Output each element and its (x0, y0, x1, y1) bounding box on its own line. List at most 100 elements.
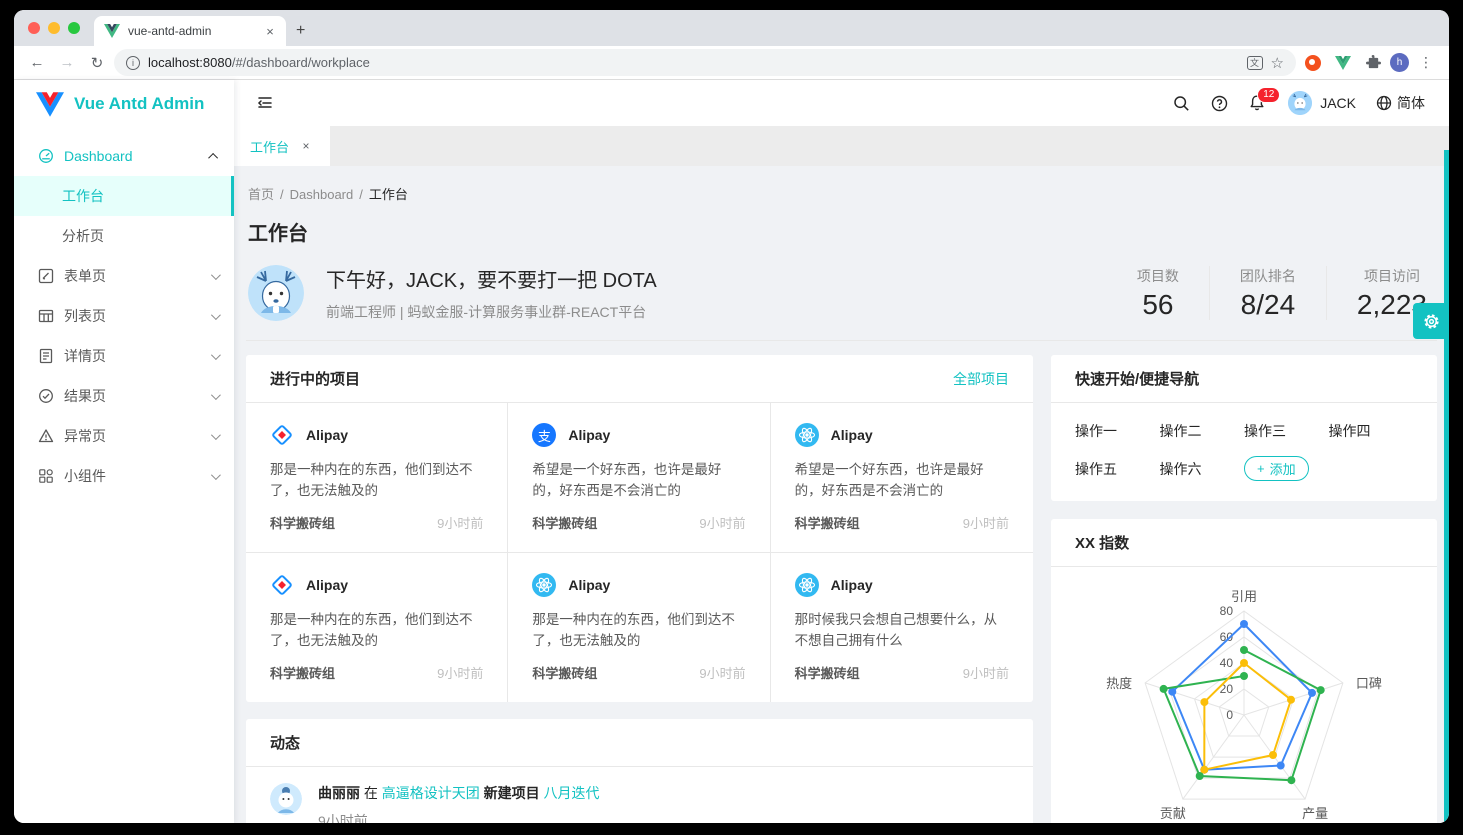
vue-devtools-icon[interactable] (1330, 56, 1356, 70)
new-tab-button[interactable] (296, 22, 305, 40)
extension-icon[interactable] (1300, 55, 1326, 71)
radar-chart: 020406080引用口碑产量贡献热度 abc (1051, 567, 1437, 823)
radar-chart-svg: 020406080引用口碑产量贡献热度 (1051, 577, 1437, 823)
macos-window-controls[interactable] (14, 10, 94, 46)
add-button[interactable]: 添加 (1244, 456, 1309, 481)
project-card[interactable]: Alipay 希望是一个好东西，也许是最好的，好东西是不会消亡的 科学搬砖组9小… (771, 403, 1033, 553)
project-desc: 那时候我只会想自己想要什么，从不想自己拥有什么 (795, 609, 1009, 651)
activity-group-link[interactable]: 高逼格设计天团 (382, 785, 480, 801)
browser-profile-avatar[interactable]: h (1390, 53, 1409, 72)
gear-icon (1422, 312, 1441, 331)
project-card[interactable]: Alipay 那是一种内在的东西，他们到达不了，也无法触及的 科学搬砖组9小时前 (246, 403, 508, 553)
quicknav-link[interactable]: 操作三 (1244, 421, 1329, 441)
chevron-down-icon (211, 390, 221, 400)
translate-icon[interactable] (1247, 56, 1263, 70)
project-card[interactable]: Alipay 那是一种内在的东西，他们到达不了，也无法触及的 科学搬砖组9小时前 (246, 553, 508, 702)
sidebar-collapse-icon[interactable] (248, 86, 282, 120)
svg-text:口碑: 口碑 (1356, 676, 1382, 691)
all-projects-link[interactable]: 全部项目 (953, 369, 1009, 389)
sidebar-item-exception[interactable]: 异常页 (14, 416, 234, 456)
chevron-down-icon (211, 310, 221, 320)
sidebar: Vue Antd Admin Dashboard 工作台 分析页 (14, 80, 234, 823)
sidebar-item-list[interactable]: 列表页 (14, 296, 234, 336)
bookmark-star-icon[interactable] (1271, 54, 1284, 72)
search-icon[interactable] (1164, 86, 1198, 120)
activity-user[interactable]: 曲丽丽 (318, 785, 360, 801)
quicknav-link[interactable]: 操作四 (1329, 421, 1414, 441)
quicknav-link[interactable]: 操作六 (1160, 459, 1245, 481)
project-name: Alipay (568, 427, 610, 443)
maximize-window-icon[interactable] (68, 22, 80, 34)
project-name: Alipay (831, 427, 873, 443)
activity-target-link[interactable]: 八月迭代 (544, 785, 600, 801)
quicknav-grid: 操作一 操作二 操作三 操作四 操作五 操作六 添加 (1051, 403, 1437, 501)
project-card[interactable]: Alipay 那时候我只会想自己想要什么，从不想自己拥有什么 科学搬砖组9小时前 (771, 553, 1033, 702)
page-tab-workplace[interactable]: 工作台 (234, 126, 330, 166)
browser-tab[interactable]: vue-antd-admin (94, 16, 286, 46)
page-content: 首页/Dashboard/工作台 工作台 下午好，JACK，要不要打一把 DOT… (234, 166, 1449, 823)
sidebar-item-workplace[interactable]: 工作台 (14, 176, 234, 216)
sidebar-item-label: 小组件 (64, 466, 201, 486)
forward-icon[interactable] (54, 50, 80, 76)
activity-time: 9小时前 (318, 811, 1009, 823)
svg-text:80: 80 (1220, 604, 1234, 618)
breadcrumb-home[interactable]: 首页 (248, 187, 274, 202)
quicknav-link[interactable]: 操作一 (1075, 421, 1160, 441)
app-header: 12 JACK 简体 (234, 80, 1449, 126)
extensions-puzzle-icon[interactable] (1360, 55, 1386, 70)
minimize-window-icon[interactable] (48, 22, 60, 34)
table-icon (38, 308, 54, 324)
address-bar[interactable]: localhost:8080/#/dashboard/workplace (114, 49, 1296, 76)
browser-toolbar: localhost:8080/#/dashboard/workplace h (14, 46, 1449, 80)
chevron-up-icon (208, 152, 218, 162)
project-card[interactable]: Alipay 希望是一个好东西，也许是最好的，好东西是不会消亡的 科学搬砖组9小… (508, 403, 770, 553)
close-tab-icon[interactable] (262, 24, 278, 39)
app-logo[interactable]: Vue Antd Admin (14, 80, 234, 128)
sidebar-item-detail[interactable]: 详情页 (14, 336, 234, 376)
sidebar-item-form[interactable]: 表单页 (14, 256, 234, 296)
projects-card-title: 进行中的项目 (270, 368, 953, 389)
reload-icon[interactable] (84, 50, 110, 76)
notification-bell-icon[interactable]: 12 (1240, 86, 1274, 120)
dashboard-icon (38, 148, 54, 164)
add-button-label: 添加 (1270, 459, 1296, 478)
chevron-down-icon (211, 430, 221, 440)
project-group[interactable]: 科学搬砖组 (795, 513, 860, 532)
project-desc: 希望是一个好东西，也许是最好的，好东西是不会消亡的 (795, 459, 1009, 501)
language-switcher[interactable]: 简体 (1370, 93, 1431, 113)
user-menu[interactable]: JACK (1278, 91, 1366, 115)
close-window-icon[interactable] (28, 22, 40, 34)
site-info-icon[interactable] (126, 56, 140, 70)
sidebar-item-analysis[interactable]: 分析页 (14, 216, 234, 256)
divider (246, 340, 1437, 341)
stat-value: 56 (1137, 289, 1179, 321)
project-card[interactable]: Alipay 那是一种内在的东西，他们到达不了，也无法触及的 科学搬砖组9小时前 (508, 553, 770, 702)
browser-menu-icon[interactable] (1413, 50, 1439, 76)
help-icon[interactable] (1202, 86, 1236, 120)
breadcrumb-dashboard[interactable]: Dashboard (290, 187, 354, 202)
scrollbar[interactable] (1444, 150, 1449, 823)
react-icon (532, 573, 556, 597)
close-page-tab-icon[interactable] (298, 139, 314, 153)
project-group[interactable]: 科学搬砖组 (532, 513, 597, 532)
project-group[interactable]: 科学搬砖组 (270, 663, 335, 682)
project-name: Alipay (306, 577, 348, 593)
sidebar-item-widgets[interactable]: 小组件 (14, 456, 234, 496)
check-circle-icon (38, 388, 54, 404)
project-group[interactable]: 科学搬砖组 (532, 663, 597, 682)
browser-window: vue-antd-admin localhost:8080/#/dashboar… (14, 10, 1449, 823)
theme-settings-button[interactable] (1413, 303, 1449, 339)
sidebar-item-dashboard[interactable]: Dashboard (14, 136, 234, 176)
quicknav-link[interactable]: 操作二 (1160, 421, 1245, 441)
project-group[interactable]: 科学搬砖组 (795, 663, 860, 682)
url-text[interactable]: localhost:8080/#/dashboard/workplace (148, 55, 370, 70)
page-title: 工作台 (248, 217, 1437, 246)
form-icon (38, 268, 54, 284)
project-group[interactable]: 科学搬砖组 (270, 513, 335, 532)
sidebar-item-result[interactable]: 结果页 (14, 376, 234, 416)
react-icon (795, 573, 819, 597)
quicknav-link[interactable]: 操作五 (1075, 459, 1160, 481)
back-icon[interactable] (24, 50, 50, 76)
globe-icon (1376, 95, 1392, 111)
svg-text:引用: 引用 (1231, 589, 1257, 604)
